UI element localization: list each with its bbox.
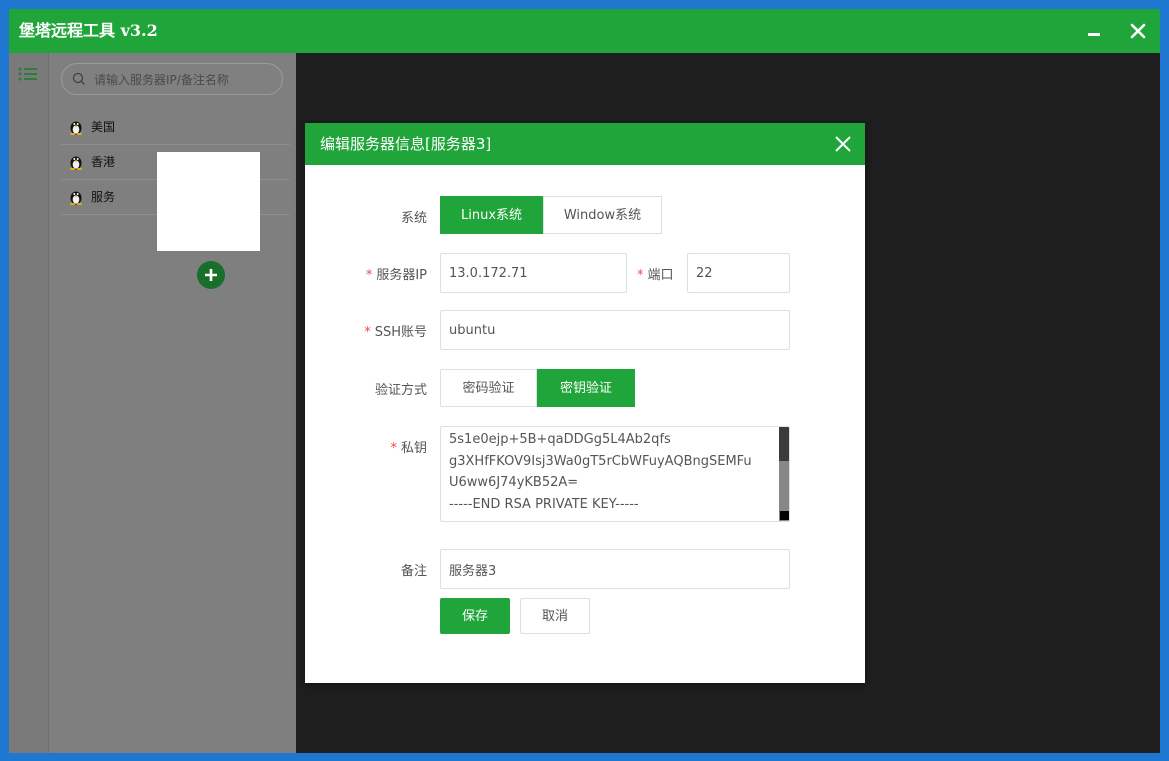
resize-handle[interactable] (780, 511, 789, 520)
private-key-textarea[interactable]: 5s1e0ejp+5B+qaDDGg5L4Ab2qfs g3XHfFKOV9Is… (440, 426, 790, 522)
dialog-header: 编辑服务器信息[服务器3] (305, 123, 865, 165)
server-list-item[interactable]: 美国 (61, 110, 290, 145)
port-label: * 端口 (637, 268, 674, 283)
left-toolbar (9, 53, 49, 753)
key-line: -----END RSA PRIVATE KEY----- (449, 496, 639, 512)
add-server-button[interactable] (197, 261, 225, 289)
server-ip-input[interactable] (440, 253, 627, 293)
server-name: 香港 (91, 155, 116, 169)
list-menu-icon[interactable] (18, 66, 38, 86)
key-line: 5s1e0ejp+5B+qaDDGg5L4Ab2qfs (449, 432, 671, 447)
port-input[interactable] (687, 253, 790, 293)
scrollbar-thumb[interactable] (779, 427, 789, 461)
key-line: g3XHfFKOV9Isj3Wa0gT5rCbWFuyAQBngSEMFu (449, 453, 752, 469)
ssh-user-label: * SSH账号 (364, 325, 427, 340)
dialog-title: 编辑服务器信息[服务器3] (320, 135, 492, 153)
dialog-close-button[interactable] (831, 132, 855, 156)
linux-penguin-icon (69, 189, 83, 209)
remark-label: 备注 (400, 564, 427, 579)
linux-penguin-icon (69, 154, 83, 174)
private-key-label: * 私钥 (390, 441, 427, 456)
linux-penguin-icon (69, 119, 83, 139)
close-window-button[interactable] (1123, 16, 1153, 46)
redaction-block (157, 152, 260, 251)
key-auth-option[interactable]: 密钥验证 (537, 369, 635, 407)
auth-method-label: 验证方式 (374, 383, 427, 398)
server-sidebar: 美国 香港 服务 (49, 53, 296, 753)
minimize-icon (1088, 33, 1100, 36)
linux-system-option[interactable]: Linux系统 (440, 196, 543, 234)
windows-system-option[interactable]: Window系统 (543, 196, 662, 234)
server-name: 美国 (91, 120, 116, 134)
cancel-button[interactable]: 取消 (520, 598, 590, 634)
close-icon (835, 136, 851, 152)
remark-input[interactable] (440, 549, 790, 589)
search-box (61, 63, 283, 95)
plus-icon (205, 269, 217, 281)
password-auth-option[interactable]: 密码验证 (440, 369, 537, 407)
minimize-button[interactable] (1079, 16, 1109, 46)
key-line: U6ww6J74yKB52A= (449, 475, 579, 490)
app-window: 堡塔远程工具 v3.2 美国 (9, 9, 1160, 753)
close-icon (1130, 23, 1146, 39)
ssh-user-input[interactable] (440, 310, 790, 350)
app-title: 堡塔远程工具 v3.2 (19, 21, 158, 40)
title-bar: 堡塔远程工具 v3.2 (9, 9, 1160, 53)
ip-label: * 服务器IP (365, 268, 427, 283)
search-icon (72, 72, 86, 90)
system-label: 系统 (400, 211, 427, 226)
search-input[interactable] (92, 69, 276, 91)
server-name: 服务 (91, 190, 116, 204)
save-button[interactable]: 保存 (440, 598, 510, 634)
edit-server-dialog: 编辑服务器信息[服务器3] 系统 Linux系统 Window系统 * 服务器IP… (305, 123, 865, 683)
